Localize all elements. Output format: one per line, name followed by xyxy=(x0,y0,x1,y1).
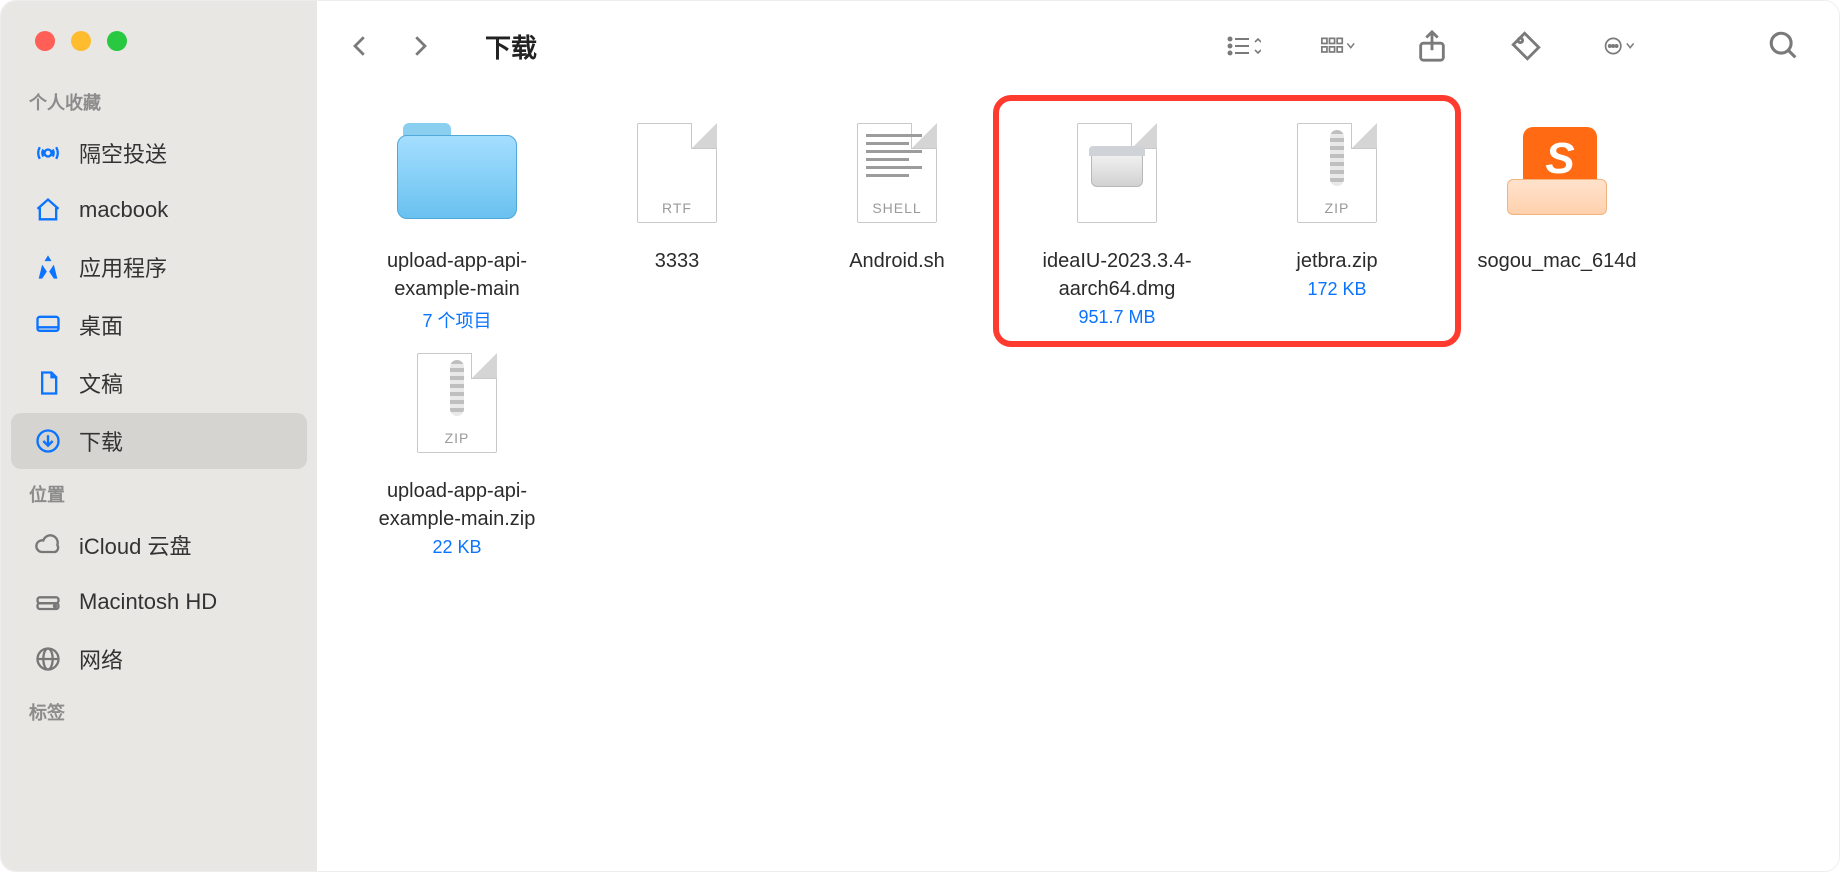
sidebar-item-cloud[interactable]: iCloud 云盘 xyxy=(11,517,307,573)
file-name: upload-app-api-example-main.zip xyxy=(352,477,562,533)
file-name: ideaIU-2023.3.4-aarch64.dmg xyxy=(1012,247,1222,303)
file-item[interactable]: ZIP jetbra.zip 172 KB xyxy=(1227,109,1447,333)
nav-back-button[interactable] xyxy=(335,25,385,67)
view-grid-button[interactable] xyxy=(1311,23,1365,69)
sidebar-sections: 个人收藏隔空投送 macbook 应用程序桌面文稿下载位置 iCloud 云盘 Maci… xyxy=(1,79,317,733)
desktop-icon xyxy=(33,310,63,340)
minimize-button[interactable] xyxy=(71,31,91,51)
zoom-button[interactable] xyxy=(107,31,127,51)
file-subtitle: 22 KB xyxy=(432,537,481,558)
sidebar-item-label: 下载 xyxy=(79,425,123,457)
download-icon xyxy=(33,426,63,456)
sidebar-item-label: 桌面 xyxy=(79,309,123,341)
more-actions-button[interactable] xyxy=(1593,23,1647,69)
sidebar-item-label: iCloud 云盘 xyxy=(79,529,191,561)
sidebar-item-drive[interactable]: Macintosh HD xyxy=(11,575,307,629)
file-item[interactable]: RTF 3333 xyxy=(567,109,787,333)
file-subtitle: 951.7 MB xyxy=(1078,307,1155,328)
sidebar-item-label: 隔空投送 xyxy=(79,137,167,169)
file-icon: SHELL xyxy=(857,123,937,223)
file-item[interactable]: Ssogou_mac_614d xyxy=(1447,109,1667,333)
drive-icon xyxy=(33,587,63,617)
sidebar-item-label: macbook xyxy=(79,197,168,223)
toolbar: 下载 xyxy=(317,1,1839,91)
sidebar-item-label: 应用程序 xyxy=(79,251,167,283)
view-list-button[interactable] xyxy=(1217,23,1271,69)
file-icon: ZIP xyxy=(1297,123,1377,223)
sidebar-section-label: 标签 xyxy=(1,689,317,733)
window-controls xyxy=(1,31,317,79)
sidebar: 个人收藏隔空投送 macbook 应用程序桌面文稿下载位置 iCloud 云盘 Maci… xyxy=(1,1,317,871)
sidebar-item-label: 网络 xyxy=(79,643,123,675)
file-icon: RTF xyxy=(637,123,717,223)
sidebar-item-airdrop[interactable]: 隔空投送 xyxy=(11,125,307,181)
content-area: upload-app-api-example-main 7 个项目 RTF 3333 S… xyxy=(317,91,1839,871)
search-button[interactable] xyxy=(1757,23,1811,69)
cloud-icon xyxy=(33,530,63,560)
window-title: 下载 xyxy=(485,28,537,65)
sidebar-item-apps[interactable]: 应用程序 xyxy=(11,239,307,295)
file-item[interactable]: SHELL Android.sh xyxy=(787,109,1007,333)
apps-icon xyxy=(33,252,63,282)
sidebar-item-label: Macintosh HD xyxy=(79,589,217,615)
file-name: jetbra.zip xyxy=(1296,247,1377,275)
share-button[interactable] xyxy=(1405,23,1459,69)
sidebar-section-label: 位置 xyxy=(1,471,317,515)
home-icon xyxy=(33,195,63,225)
globe-icon xyxy=(33,644,63,674)
file-name: sogou_mac_614d xyxy=(1477,247,1636,275)
file-name: Android.sh xyxy=(849,247,945,275)
file-item[interactable]: ideaIU-2023.3.4-aarch64.dmg 951.7 MB xyxy=(1007,109,1227,333)
folder-icon xyxy=(397,123,517,223)
file-grid[interactable]: upload-app-api-example-main 7 个项目 RTF 3333 S… xyxy=(317,91,1839,576)
file-subtitle: 7 个项目 xyxy=(422,307,491,333)
tag-button[interactable] xyxy=(1499,23,1553,69)
sidebar-section-label: 个人收藏 xyxy=(1,79,317,123)
sidebar-item-globe[interactable]: 网络 xyxy=(11,631,307,687)
close-button[interactable] xyxy=(35,31,55,51)
app-icon: S xyxy=(1497,123,1617,223)
sidebar-item-desktop[interactable]: 桌面 xyxy=(11,297,307,353)
sidebar-item-download[interactable]: 下载 xyxy=(11,413,307,469)
file-name: 3333 xyxy=(655,247,700,275)
airdrop-icon xyxy=(33,138,63,168)
sidebar-item-label: 文稿 xyxy=(79,367,123,399)
document-icon xyxy=(33,368,63,398)
sidebar-item-document[interactable]: 文稿 xyxy=(11,355,307,411)
nav-forward-button[interactable] xyxy=(395,25,445,67)
file-name: upload-app-api-example-main xyxy=(352,247,562,303)
file-item[interactable]: ZIP upload-app-api-example-main.zip 22 KB xyxy=(347,339,567,558)
sidebar-item-home[interactable]: macbook xyxy=(11,183,307,237)
file-icon xyxy=(1077,123,1157,223)
file-item[interactable]: upload-app-api-example-main 7 个项目 xyxy=(347,109,567,333)
file-subtitle: 172 KB xyxy=(1307,279,1366,300)
main-panel: 下载 xyxy=(317,1,1839,871)
finder-window: 个人收藏隔空投送macbook应用程序桌面文稿下载位置iCloud 云盘Maci… xyxy=(0,0,1840,872)
file-icon: ZIP xyxy=(417,353,497,453)
